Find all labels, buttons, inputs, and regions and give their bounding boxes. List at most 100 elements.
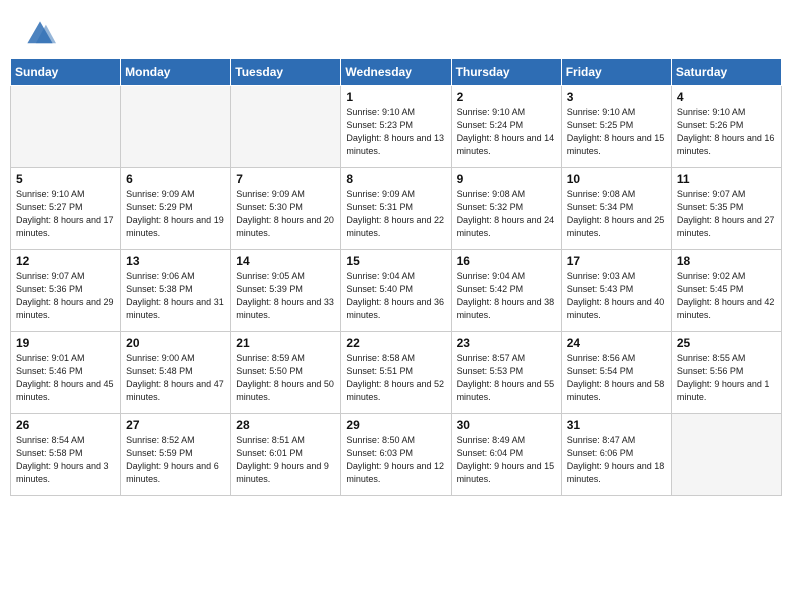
- day-info: Sunrise: 9:04 AMSunset: 5:42 PMDaylight:…: [457, 270, 556, 322]
- day-number: 21: [236, 336, 335, 350]
- calendar-cell: 16 Sunrise: 9:04 AMSunset: 5:42 PMDayligh…: [451, 250, 561, 332]
- day-info: Sunrise: 9:05 AMSunset: 5:39 PMDaylight:…: [236, 270, 335, 322]
- calendar-cell: [671, 414, 781, 496]
- day-number: 1: [346, 90, 445, 104]
- day-number: 6: [126, 172, 225, 186]
- logo-icon: [24, 18, 56, 50]
- day-number: 3: [567, 90, 666, 104]
- day-number: 24: [567, 336, 666, 350]
- day-number: 5: [16, 172, 115, 186]
- day-number: 20: [126, 336, 225, 350]
- day-info: Sunrise: 9:09 AMSunset: 5:29 PMDaylight:…: [126, 188, 225, 240]
- day-number: 15: [346, 254, 445, 268]
- day-info: Sunrise: 9:01 AMSunset: 5:46 PMDaylight:…: [16, 352, 115, 404]
- calendar-cell: 30 Sunrise: 8:49 AMSunset: 6:04 PMDayligh…: [451, 414, 561, 496]
- day-info: Sunrise: 8:50 AMSunset: 6:03 PMDaylight:…: [346, 434, 445, 486]
- day-number: 25: [677, 336, 776, 350]
- day-info: Sunrise: 9:09 AMSunset: 5:31 PMDaylight:…: [346, 188, 445, 240]
- day-number: 18: [677, 254, 776, 268]
- day-info: Sunrise: 9:10 AMSunset: 5:25 PMDaylight:…: [567, 106, 666, 158]
- day-info: Sunrise: 9:03 AMSunset: 5:43 PMDaylight:…: [567, 270, 666, 322]
- day-number: 31: [567, 418, 666, 432]
- week-row-3: 12Sunrise: 9:07 AMSunset: 5:36 PMDayligh…: [11, 250, 782, 332]
- calendar-cell: 2Sunrise: 9:10 AMSunset: 5:24 PMDaylight…: [451, 86, 561, 168]
- day-info: Sunrise: 8:57 AMSunset: 5:53 PMDaylight:…: [457, 352, 556, 404]
- day-number: 26: [16, 418, 115, 432]
- calendar-cell: 9Sunrise: 9:08 AMSunset: 5:32 PMDaylight…: [451, 168, 561, 250]
- day-info: Sunrise: 8:51 AMSunset: 6:01 PMDaylight:…: [236, 434, 335, 486]
- day-info: Sunrise: 8:54 AMSunset: 5:58 PMDaylight:…: [16, 434, 115, 486]
- header: [0, 0, 792, 58]
- calendar-cell: 7Sunrise: 9:09 AMSunset: 5:30 PMDaylight…: [231, 168, 341, 250]
- day-info: Sunrise: 9:10 AMSunset: 5:27 PMDaylight:…: [16, 188, 115, 240]
- weekday-header-sunday: Sunday: [11, 59, 121, 86]
- calendar-cell: [231, 86, 341, 168]
- calendar-cell: 18Sunrise: 9:02 AMSunset: 5:45 PMDayligh…: [671, 250, 781, 332]
- day-number: 27: [126, 418, 225, 432]
- calendar-cell: 10Sunrise: 9:08 AMSunset: 5:34 PMDayligh…: [561, 168, 671, 250]
- weekday-header-tuesday: Tuesday: [231, 59, 341, 86]
- weekday-header-row: SundayMondayTuesdayWednesdayThursdayFrid…: [11, 59, 782, 86]
- day-info: Sunrise: 9:00 AMSunset: 5:48 PMDaylight:…: [126, 352, 225, 404]
- day-info: Sunrise: 9:06 AMSunset: 5:38 PMDaylight:…: [126, 270, 225, 322]
- calendar-cell: 5 Sunrise: 9:10 AMSunset: 5:27 PMDaylight…: [11, 168, 121, 250]
- calendar-cell: 26 Sunrise: 8:54 AMSunset: 5:58 PMDayligh…: [11, 414, 121, 496]
- calendar-cell: 6 Sunrise: 9:09 AMSunset: 5:29 PMDaylight…: [121, 168, 231, 250]
- calendar-cell: 14 Sunrise: 9:05 AMSunset: 5:39 PMDayligh…: [231, 250, 341, 332]
- weekday-header-friday: Friday: [561, 59, 671, 86]
- calendar-cell: 21 Sunrise: 8:59 AMSunset: 5:50 PMDayligh…: [231, 332, 341, 414]
- calendar-cell: 25Sunrise: 8:55 AMSunset: 5:56 PMDayligh…: [671, 332, 781, 414]
- logo: [24, 18, 60, 50]
- day-number: 12: [16, 254, 115, 268]
- day-number: 29: [346, 418, 445, 432]
- calendar-cell: 1 Sunrise: 9:10 AMSunset: 5:23 PMDaylight…: [341, 86, 451, 168]
- calendar-cell: 23Sunrise: 8:57 AMSunset: 5:53 PMDayligh…: [451, 332, 561, 414]
- calendar-cell: 29 Sunrise: 8:50 AMSunset: 6:03 PMDayligh…: [341, 414, 451, 496]
- day-info: Sunrise: 8:52 AMSunset: 5:59 PMDaylight:…: [126, 434, 225, 486]
- calendar-cell: 17 Sunrise: 9:03 AMSunset: 5:43 PMDayligh…: [561, 250, 671, 332]
- day-number: 8: [346, 172, 445, 186]
- day-number: 16: [457, 254, 556, 268]
- day-info: Sunrise: 9:10 AMSunset: 5:26 PMDaylight:…: [677, 106, 776, 158]
- day-number: 19: [16, 336, 115, 350]
- calendar-cell: 19 Sunrise: 9:01 AMSunset: 5:46 PMDayligh…: [11, 332, 121, 414]
- day-number: 2: [457, 90, 556, 104]
- weekday-header-wednesday: Wednesday: [341, 59, 451, 86]
- calendar-table: SundayMondayTuesdayWednesdayThursdayFrid…: [10, 58, 782, 496]
- weekday-header-monday: Monday: [121, 59, 231, 86]
- week-row-5: 26 Sunrise: 8:54 AMSunset: 5:58 PMDayligh…: [11, 414, 782, 496]
- week-row-1: 1 Sunrise: 9:10 AMSunset: 5:23 PMDaylight…: [11, 86, 782, 168]
- calendar-cell: 8 Sunrise: 9:09 AMSunset: 5:31 PMDaylight…: [341, 168, 451, 250]
- day-info: Sunrise: 9:10 AMSunset: 5:23 PMDaylight:…: [346, 106, 445, 158]
- calendar-cell: 24Sunrise: 8:56 AMSunset: 5:54 PMDayligh…: [561, 332, 671, 414]
- page: SundayMondayTuesdayWednesdayThursdayFrid…: [0, 0, 792, 612]
- calendar-cell: 4 Sunrise: 9:10 AMSunset: 5:26 PMDaylight…: [671, 86, 781, 168]
- day-info: Sunrise: 8:58 AMSunset: 5:51 PMDaylight:…: [346, 352, 445, 404]
- day-info: Sunrise: 8:49 AMSunset: 6:04 PMDaylight:…: [457, 434, 556, 486]
- weekday-header-saturday: Saturday: [671, 59, 781, 86]
- calendar-cell: 3 Sunrise: 9:10 AMSunset: 5:25 PMDaylight…: [561, 86, 671, 168]
- day-number: 9: [457, 172, 556, 186]
- day-number: 30: [457, 418, 556, 432]
- day-info: Sunrise: 8:47 AMSunset: 6:06 PMDaylight:…: [567, 434, 666, 486]
- week-row-4: 19 Sunrise: 9:01 AMSunset: 5:46 PMDayligh…: [11, 332, 782, 414]
- day-number: 17: [567, 254, 666, 268]
- calendar-cell: 20 Sunrise: 9:00 AMSunset: 5:48 PMDayligh…: [121, 332, 231, 414]
- day-info: Sunrise: 9:08 AMSunset: 5:34 PMDaylight:…: [567, 188, 666, 240]
- day-number: 11: [677, 172, 776, 186]
- day-number: 14: [236, 254, 335, 268]
- week-row-2: 5 Sunrise: 9:10 AMSunset: 5:27 PMDaylight…: [11, 168, 782, 250]
- day-number: 22: [346, 336, 445, 350]
- calendar-cell: 27 Sunrise: 8:52 AMSunset: 5:59 PMDayligh…: [121, 414, 231, 496]
- calendar-wrapper: SundayMondayTuesdayWednesdayThursdayFrid…: [0, 58, 792, 506]
- day-number: 28: [236, 418, 335, 432]
- calendar-cell: [121, 86, 231, 168]
- calendar-cell: 15 Sunrise: 9:04 AMSunset: 5:40 PMDayligh…: [341, 250, 451, 332]
- day-number: 4: [677, 90, 776, 104]
- day-info: Sunrise: 8:59 AMSunset: 5:50 PMDaylight:…: [236, 352, 335, 404]
- calendar-cell: 12Sunrise: 9:07 AMSunset: 5:36 PMDayligh…: [11, 250, 121, 332]
- day-info: Sunrise: 9:04 AMSunset: 5:40 PMDaylight:…: [346, 270, 445, 322]
- calendar-cell: 22 Sunrise: 8:58 AMSunset: 5:51 PMDayligh…: [341, 332, 451, 414]
- calendar-cell: 13Sunrise: 9:06 AMSunset: 5:38 PMDayligh…: [121, 250, 231, 332]
- day-number: 7: [236, 172, 335, 186]
